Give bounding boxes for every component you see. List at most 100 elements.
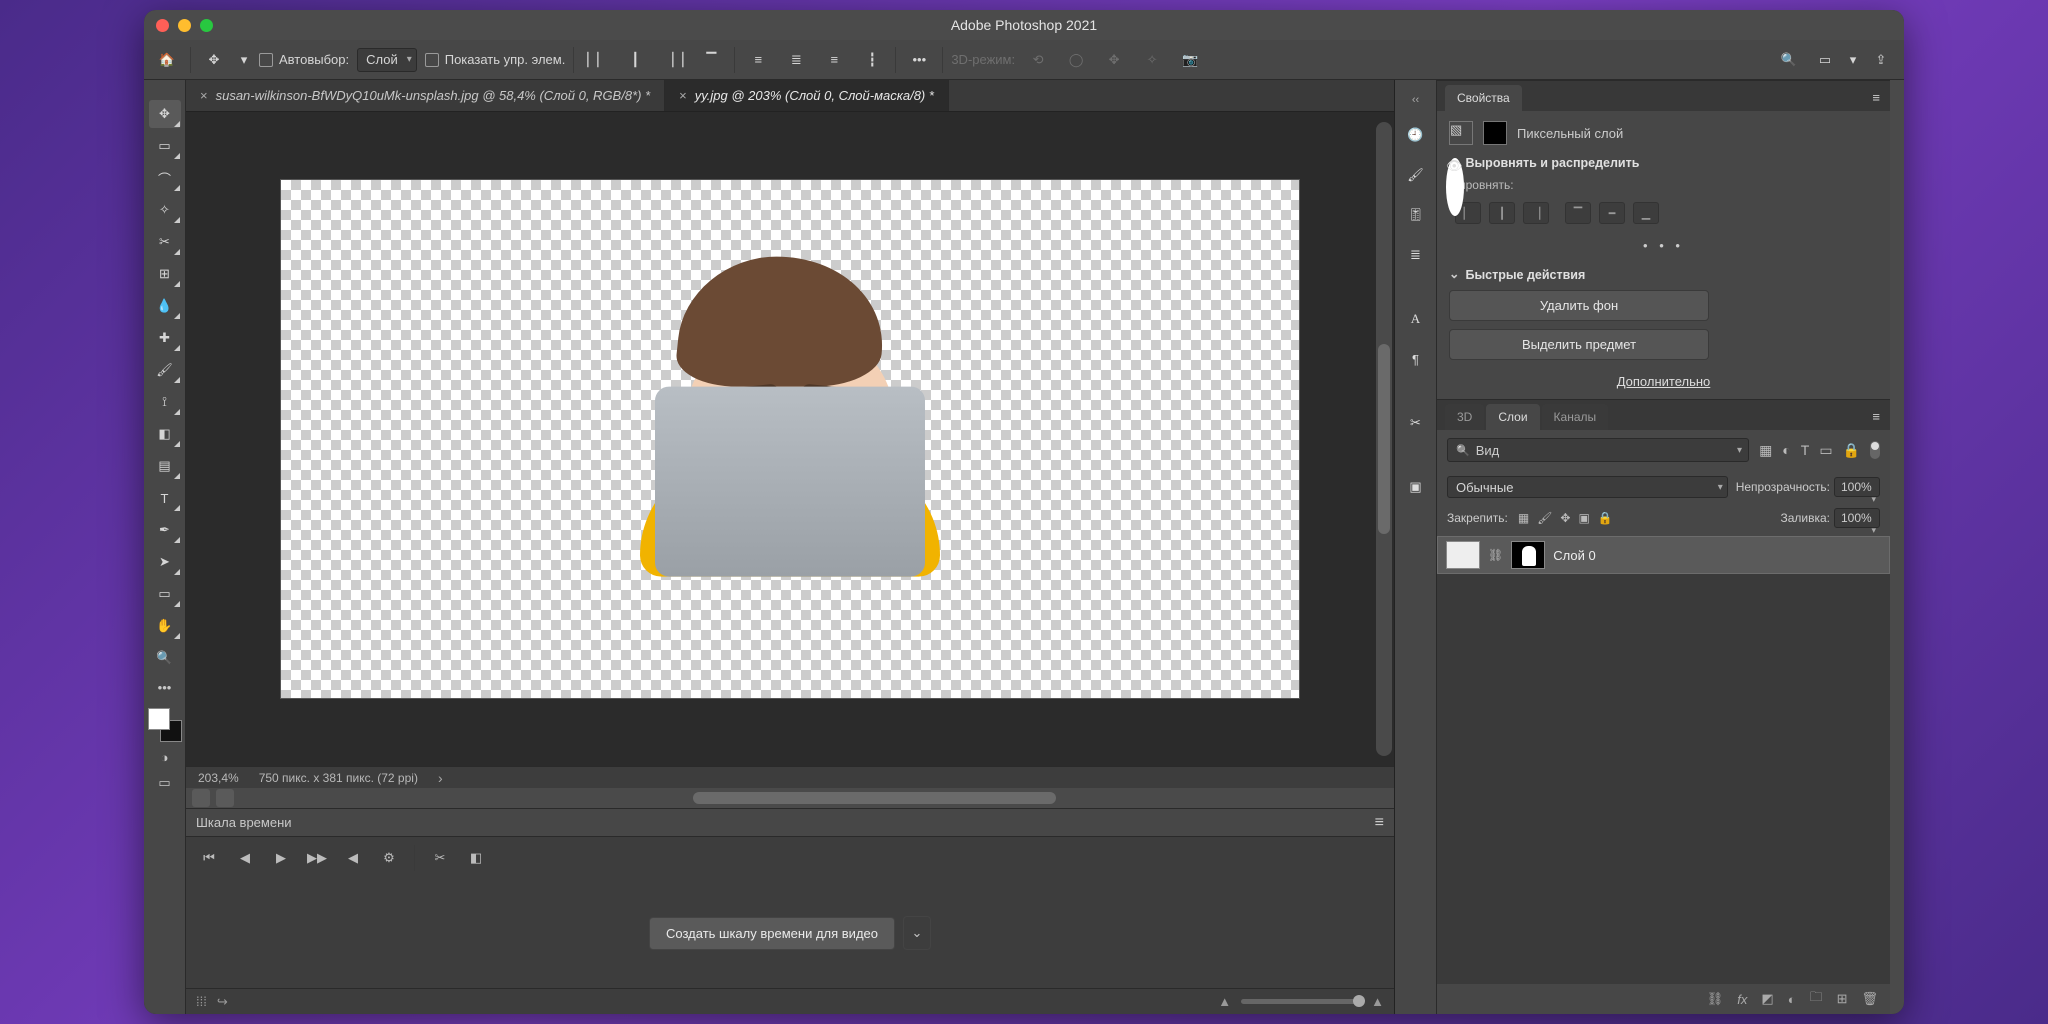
align-bottom-edges[interactable]: ▁ [1633, 202, 1659, 224]
fill-value[interactable]: 100% [1834, 508, 1880, 528]
lock-position-icon[interactable]: ✥ [1560, 511, 1570, 525]
add-mask-button[interactable]: ◩ [1761, 991, 1773, 1007]
play-button[interactable]: ▶ [270, 847, 292, 869]
filter-type-icon[interactable]: T [1801, 442, 1810, 459]
search-button[interactable]: 🔍 [1774, 45, 1804, 75]
create-video-timeline-button[interactable]: Создать шкалу времени для видео [649, 917, 895, 950]
filter-shape-icon[interactable]: ▭ [1819, 442, 1832, 459]
audio-mute-button[interactable]: ◀ [342, 847, 364, 869]
layer-row[interactable]: 👁 ⛓ Слой 0 [1437, 536, 1890, 574]
section-quick-header[interactable]: Быстрые действия [1449, 267, 1878, 282]
visibility-toggle-icon[interactable]: 👁 [1446, 158, 1464, 216]
lock-artboard-icon[interactable]: ▣ [1578, 511, 1589, 525]
distribute-horizontal-button[interactable]: ┇ [857, 45, 887, 75]
rect-marquee-tool[interactable]: ▭ [149, 132, 181, 160]
align-hcenter-button[interactable]: ┃ [620, 45, 650, 75]
lock-pixels-icon[interactable]: 🖌 [1537, 511, 1552, 525]
align-vcenters[interactable]: ━ [1599, 202, 1625, 224]
eraser-tool[interactable]: ◧ [149, 420, 181, 448]
type-tool[interactable]: T [149, 484, 181, 512]
align-left-button[interactable]: ▏▏ [582, 45, 612, 75]
tab-channels[interactable]: Каналы [1542, 404, 1609, 430]
delete-layer-button[interactable]: 🗑 [1861, 991, 1878, 1007]
filter-pixel-icon[interactable]: ▦ [1759, 442, 1772, 459]
expand-dock-button[interactable]: ‹‹ [1412, 94, 1419, 106]
distribute-bottom-button[interactable]: ≡ [819, 45, 849, 75]
timeline-settings-button[interactable]: ⚙ [378, 847, 400, 869]
eyedropper-tool[interactable]: 💧 [149, 292, 181, 320]
zoom-tool[interactable]: 🔍 [149, 644, 181, 672]
magic-wand-tool[interactable]: ✧ [149, 196, 181, 224]
canvas[interactable] [280, 179, 1300, 699]
timeline-convert-icon[interactable]: ↪ [217, 994, 228, 1010]
distribute-vcenter-button[interactable]: ≣ [781, 45, 811, 75]
hand-tool[interactable]: ✋ [149, 612, 181, 640]
more-actions-link[interactable]: Дополнительно [1449, 368, 1878, 389]
opacity-value[interactable]: 100% [1834, 477, 1880, 497]
layer-thumbnail[interactable] [1446, 541, 1480, 569]
align-right-button[interactable]: ▕▕ [658, 45, 688, 75]
filter-toggle[interactable] [1870, 441, 1880, 459]
properties-menu-button[interactable]: ≡ [1862, 84, 1890, 111]
section-align-header[interactable]: Выровнять и распределить [1449, 155, 1878, 170]
close-tab-icon[interactable]: × [679, 88, 687, 103]
tool-preset-dropdown[interactable]: ▾ [237, 45, 251, 75]
mask-thumbnail[interactable] [1511, 541, 1545, 569]
filter-smart-icon[interactable]: 🔒 [1843, 442, 1860, 459]
zoom-level[interactable]: 203,4% [198, 771, 239, 785]
clone-stamp-tool[interactable]: ⟟ [149, 388, 181, 416]
blend-mode-select[interactable]: Обычные [1447, 476, 1728, 498]
adjustments-panel-icon[interactable]: 🎚 [1401, 200, 1431, 230]
layers-menu-button[interactable]: ≡ [1862, 403, 1890, 430]
layer-fx-button[interactable]: fx [1737, 992, 1747, 1007]
align-right-edges[interactable]: ▕ [1523, 202, 1549, 224]
lasso-tool[interactable]: ⌒ [149, 164, 181, 192]
move-tool[interactable]: ✥ [149, 100, 181, 128]
tab-properties[interactable]: Свойства [1445, 85, 1522, 111]
current-tool-move-icon[interactable]: ✥ [199, 45, 229, 75]
brushes-panel-icon[interactable]: 🖌 [1401, 160, 1431, 190]
remove-background-button[interactable]: Удалить фон [1449, 290, 1709, 321]
healing-brush-tool[interactable]: ✚ [149, 324, 181, 352]
screen-mode-cycle[interactable]: ▭ [149, 772, 181, 794]
align-more-button[interactable]: • • • [1449, 234, 1878, 261]
link-layers-button[interactable]: ⛓ [1707, 991, 1724, 1007]
frame-tool[interactable]: ⊞ [149, 260, 181, 288]
align-hcenters[interactable]: ┃ [1489, 202, 1515, 224]
document-tab-0[interactable]: × susan-wilkinson-BfWDyQ10uMk-unsplash.j… [186, 80, 665, 111]
auto-select-checkbox[interactable]: Автовыбор: [259, 52, 349, 67]
path-select-tool[interactable]: ➤ [149, 548, 181, 576]
minimize-window-button[interactable] [178, 19, 191, 32]
home-button[interactable]: 🏠 [152, 45, 182, 75]
vertical-scrollbar[interactable] [1376, 122, 1392, 756]
crop-tool[interactable]: ✂ [149, 228, 181, 256]
character-panel-icon[interactable]: A [1401, 304, 1431, 334]
timeline-type-dropdown[interactable]: ⌄ [903, 916, 931, 950]
screen-mode-dropdown[interactable]: ▾ [1846, 45, 1860, 75]
next-frame-button[interactable]: ▶▶ [306, 847, 328, 869]
lock-all-icon[interactable]: 🔒 [1598, 511, 1613, 525]
new-layer-button[interactable]: ⊞ [1837, 991, 1848, 1007]
document-tab-1[interactable]: × yy.jpg @ 203% (Слой 0, Слой-маска/8) * [665, 80, 949, 111]
libraries-panel-icon[interactable]: ≣ [1401, 240, 1431, 270]
screen-mode-button[interactable]: ▭ [1810, 45, 1840, 75]
tab-3d[interactable]: 3D [1445, 404, 1484, 430]
gradient-tool[interactable]: ▤ [149, 452, 181, 480]
more-align-button[interactable]: ••• [904, 45, 934, 75]
horizontal-scrollbar[interactable] [186, 788, 1394, 808]
mask-link-icon[interactable]: ⛓ [1488, 548, 1503, 562]
filter-adjust-icon[interactable]: ◐ [1782, 442, 1790, 459]
maximize-window-button[interactable] [200, 19, 213, 32]
align-top-edges[interactable]: ▔ [1565, 202, 1591, 224]
panel-scrollbar[interactable] [1890, 80, 1904, 1014]
foreground-color[interactable] [148, 708, 170, 730]
timeline-options-icon[interactable]: ⁞⁞⁞ [196, 994, 207, 1009]
close-tab-icon[interactable]: × [200, 88, 208, 103]
canvas-viewport[interactable] [186, 112, 1394, 766]
navigator-panel-icon[interactable]: ▣ [1401, 472, 1431, 502]
new-group-button[interactable]: 🗀 [1810, 988, 1823, 1010]
status-more-button[interactable]: › [438, 770, 443, 786]
split-clip-button[interactable]: ✂ [429, 847, 451, 869]
distribute-top-button[interactable]: ≡ [743, 45, 773, 75]
timeline-menu-button[interactable]: ≡ [1375, 814, 1384, 832]
